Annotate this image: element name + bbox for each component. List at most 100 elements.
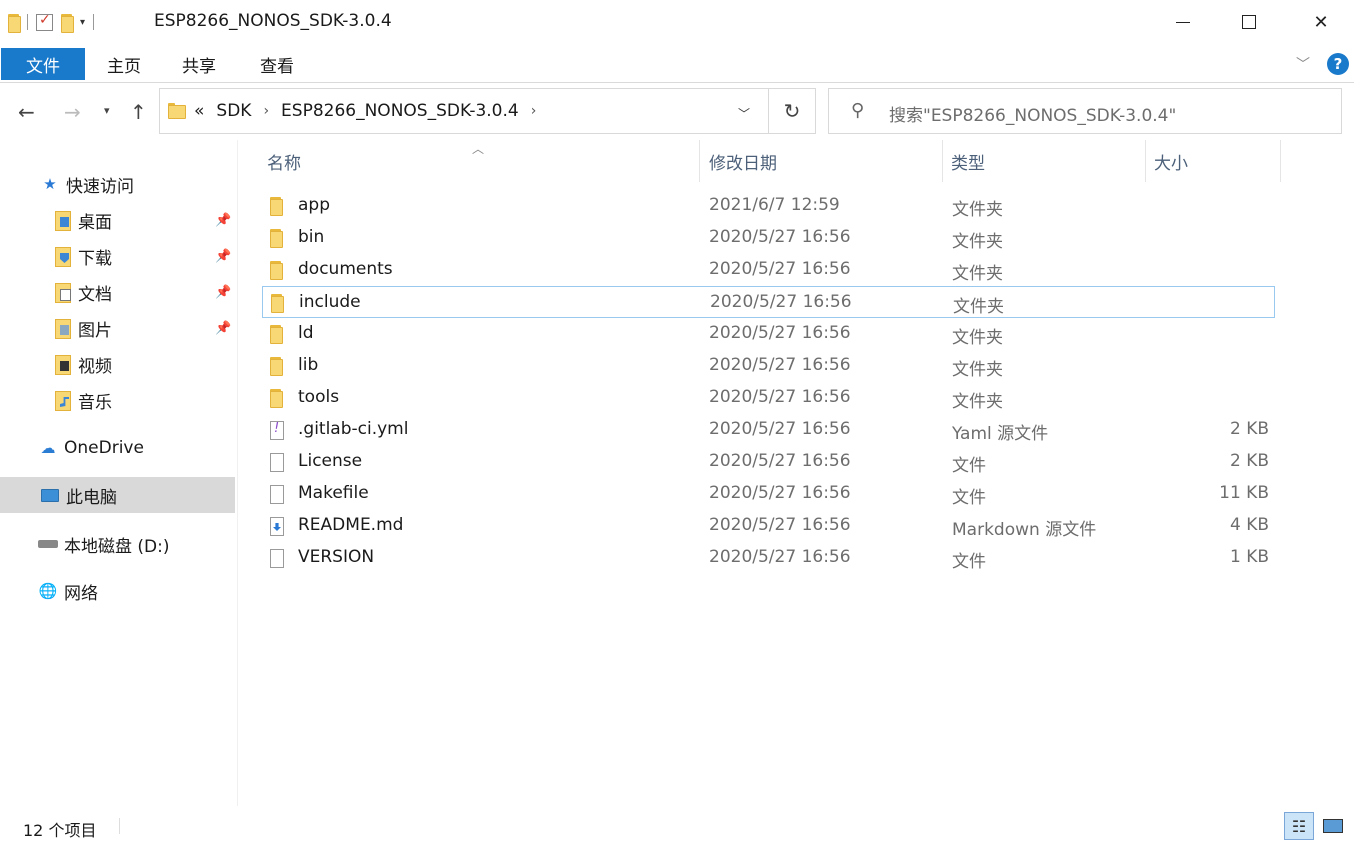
tab-home[interactable]: 主页 bbox=[95, 48, 153, 80]
back-arrow-icon[interactable]: ← bbox=[18, 100, 35, 124]
expand-ribbon-chevron-down-icon[interactable]: ﹀ bbox=[1296, 54, 1310, 74]
sidebar-item-quick-access[interactable]: ★ 快速访问 bbox=[0, 166, 235, 202]
address-bar[interactable]: « SDK › ESP8266_NONOS_SDK-3.0.4 › ﹀ bbox=[159, 88, 769, 134]
sidebar-item-videos[interactable]: 视频 bbox=[0, 346, 235, 382]
sidebar-item-desktop[interactable]: 桌面 📌 bbox=[0, 202, 235, 238]
file-icon bbox=[270, 453, 284, 472]
ribbon-tabs: 文件 主页 共享 查看 ﹀ ? bbox=[0, 44, 1354, 83]
file-date: 2020/5/27 16:56 bbox=[709, 451, 851, 471]
new-folder-icon[interactable] bbox=[61, 13, 74, 33]
table-row[interactable]: Makefile 2020/5/27 16:56 文件 11 KB bbox=[262, 478, 1275, 510]
file-date: 2020/5/27 16:56 bbox=[710, 292, 852, 312]
forward-arrow-icon[interactable]: → bbox=[64, 100, 81, 124]
table-row[interactable]: README.md 2020/5/27 16:56 Markdown 源文件 4 KB bbox=[262, 510, 1275, 542]
file-name: VERSION bbox=[298, 547, 375, 567]
file-date: 2020/5/27 16:56 bbox=[709, 355, 851, 375]
sidebar-item-music[interactable]: 音乐 bbox=[0, 382, 235, 418]
sidebar-item-local-disk[interactable]: 本地磁盘 (D:) bbox=[0, 526, 235, 562]
customize-toolbar-dropdown-icon[interactable]: ▾ bbox=[80, 17, 85, 28]
up-arrow-icon[interactable]: ↑ bbox=[130, 100, 147, 124]
file-date: 2020/5/27 16:56 bbox=[709, 515, 851, 535]
table-row[interactable]: app 2021/6/7 12:59 文件夹 bbox=[262, 190, 1275, 222]
file-type: 文件 bbox=[952, 456, 986, 476]
breadcrumb-item[interactable]: SDK bbox=[216, 101, 251, 121]
sidebar-item-pictures[interactable]: 图片 📌 bbox=[0, 310, 235, 346]
folder-icon bbox=[270, 197, 283, 216]
column-header-type[interactable]: 类型 bbox=[951, 140, 1143, 182]
tab-share[interactable]: 共享 bbox=[170, 48, 228, 80]
desktop-folder-icon bbox=[55, 211, 71, 231]
table-row[interactable]: include 2020/5/27 16:56 文件夹 bbox=[262, 286, 1275, 318]
table-row[interactable]: .gitlab-ci.yml 2020/5/27 16:56 Yaml 源文件 2 K… bbox=[262, 414, 1275, 446]
file-size: 4 KB bbox=[1229, 515, 1269, 535]
item-count: 12 个项目 bbox=[23, 821, 97, 840]
close-button[interactable]: ✕ bbox=[1288, 0, 1354, 44]
column-header-date[interactable]: 修改日期 bbox=[709, 140, 941, 182]
sidebar-item-label: 下载 bbox=[78, 248, 112, 269]
details-view-button[interactable]: ☷ bbox=[1284, 812, 1314, 840]
sidebar-item-onedrive[interactable]: ☁ OneDrive bbox=[0, 430, 235, 466]
tab-file[interactable]: 文件 bbox=[1, 48, 85, 80]
large-icons-view-button[interactable] bbox=[1318, 812, 1348, 840]
column-divider[interactable] bbox=[1145, 140, 1146, 182]
music-folder-icon bbox=[55, 391, 71, 411]
file-type: 文件 bbox=[952, 552, 986, 572]
folder-icon bbox=[270, 389, 283, 408]
column-divider[interactable] bbox=[942, 140, 943, 182]
sidebar-item-label: 文档 bbox=[78, 284, 112, 305]
column-header-size[interactable]: 大小 bbox=[1154, 140, 1280, 182]
minimize-icon bbox=[1176, 21, 1190, 23]
sidebar-item-documents[interactable]: 文档 📌 bbox=[0, 274, 235, 310]
details-view-icon: ☷ bbox=[1291, 816, 1307, 836]
sidebar-item-network[interactable]: 🌐 网络 bbox=[0, 573, 235, 609]
file-type: Yaml 源文件 bbox=[952, 424, 1049, 444]
file-icon bbox=[270, 549, 284, 568]
file-date: 2020/5/27 16:56 bbox=[709, 419, 851, 439]
table-row[interactable]: lib 2020/5/27 16:56 文件夹 bbox=[262, 350, 1275, 382]
folder-icon bbox=[8, 13, 21, 33]
maximize-button[interactable] bbox=[1216, 0, 1282, 44]
column-divider[interactable] bbox=[699, 140, 700, 182]
table-row[interactable]: ld 2020/5/27 16:56 文件夹 bbox=[262, 318, 1275, 350]
chevron-right-icon[interactable]: › bbox=[531, 103, 537, 119]
chevron-right-icon[interactable]: › bbox=[263, 103, 269, 119]
properties-icon[interactable] bbox=[36, 12, 53, 31]
folder-icon bbox=[271, 294, 284, 313]
file-icon bbox=[270, 485, 284, 504]
address-history-chevron-down-icon[interactable]: ﹀ bbox=[738, 105, 750, 122]
breadcrumb-overflow[interactable]: « bbox=[194, 101, 204, 121]
table-row[interactable]: bin 2020/5/27 16:56 文件夹 bbox=[262, 222, 1275, 254]
refresh-button[interactable]: ↻ bbox=[769, 88, 816, 134]
sidebar-item-downloads[interactable]: 下载 📌 bbox=[0, 238, 235, 274]
column-divider[interactable] bbox=[1280, 140, 1281, 182]
pin-icon[interactable]: 📌 bbox=[215, 285, 231, 300]
pin-icon[interactable]: 📌 bbox=[215, 249, 231, 264]
network-icon: 🌐 bbox=[38, 582, 58, 600]
breadcrumb-item[interactable]: ESP8266_NONOS_SDK-3.0.4 bbox=[281, 101, 519, 121]
table-row[interactable]: tools 2020/5/27 16:56 文件夹 bbox=[262, 382, 1275, 414]
table-row[interactable]: License 2020/5/27 16:56 文件 2 KB bbox=[262, 446, 1275, 478]
pin-icon[interactable]: 📌 bbox=[215, 321, 231, 336]
search-icon: ⚲ bbox=[851, 100, 865, 121]
pin-icon[interactable]: 📌 bbox=[215, 213, 231, 228]
file-date: 2020/5/27 16:56 bbox=[709, 259, 851, 279]
minimize-button[interactable] bbox=[1150, 0, 1216, 44]
table-row[interactable]: VERSION 2020/5/27 16:56 文件 1 KB bbox=[262, 542, 1275, 574]
search-box[interactable]: ⚲ 搜索"ESP8266_NONOS_SDK-3.0.4" bbox=[828, 88, 1342, 134]
markdown-file-icon bbox=[270, 517, 284, 536]
file-name: tools bbox=[298, 387, 340, 407]
file-date: 2020/5/27 16:56 bbox=[709, 387, 851, 407]
refresh-icon: ↻ bbox=[783, 99, 801, 123]
tab-view[interactable]: 查看 bbox=[248, 48, 306, 80]
cloud-icon: ☁ bbox=[40, 439, 56, 457]
file-type: 文件夹 bbox=[952, 360, 1003, 380]
help-icon[interactable]: ? bbox=[1327, 53, 1349, 75]
recent-locations-chevron-down-icon[interactable]: ▾ bbox=[104, 104, 110, 117]
sidebar-item-this-pc[interactable]: 此电脑 bbox=[0, 477, 235, 513]
file-date: 2020/5/27 16:56 bbox=[709, 323, 851, 343]
sidebar-item-label: 音乐 bbox=[78, 392, 112, 413]
navigation-pane: ★ 快速访问 桌面 📌 下载 📌 文档 📌 图片 📌 视频 音乐 ☁ OneDr… bbox=[0, 140, 238, 806]
table-row[interactable]: documents 2020/5/27 16:56 文件夹 bbox=[262, 254, 1275, 286]
column-header-name[interactable]: 名称 bbox=[267, 140, 699, 182]
file-date: 2020/5/27 16:56 bbox=[709, 547, 851, 567]
